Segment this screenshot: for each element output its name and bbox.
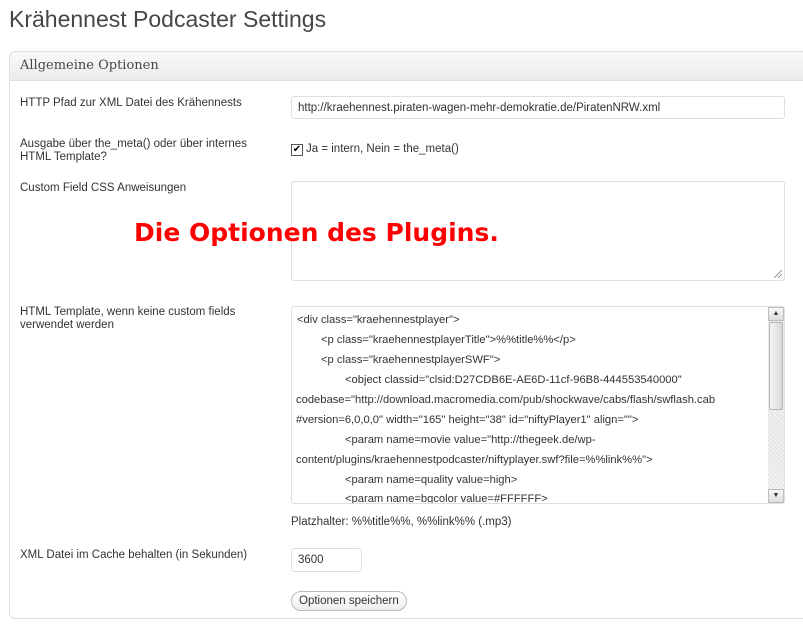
scroll-thumb[interactable] xyxy=(769,322,783,410)
template-line: <param name=movie value="http://thegeek.… xyxy=(345,434,596,446)
cache-label: XML Datei im Cache behalten (in Sekunden… xyxy=(20,549,248,561)
output-mode-checkbox[interactable]: ✔ xyxy=(291,144,303,156)
cache-seconds-input[interactable] xyxy=(291,548,362,572)
placeholder-hint: Platzhalter: %%title%%, %%link%% (.mp3) xyxy=(291,516,512,528)
output-mode-label-line1: Ausgabe über the_meta() oder über intern… xyxy=(20,138,247,150)
html-template-textarea[interactable]: <div class="kraehennestplayer"> <p class… xyxy=(291,306,785,504)
template-line: #version=6,0,0,0" width="165" height="38… xyxy=(296,414,639,426)
check-icon: ✔ xyxy=(292,144,302,155)
output-mode-checkbox-label[interactable]: Ja = intern, Nein = the_meta() xyxy=(306,143,459,155)
template-line: <div class="kraehennestplayer"> xyxy=(297,314,460,326)
xml-path-input[interactable] xyxy=(291,96,785,119)
html-template-label-line1: HTML Template, wenn keine custom fields xyxy=(20,306,236,318)
arrow-down-icon[interactable]: ▼ xyxy=(768,489,784,503)
template-line: <object classid="clsid:D27CDB6E-AE6D-11c… xyxy=(345,374,682,386)
html-template-label-line2: verwendet werden xyxy=(20,319,114,331)
template-line: <param name=bgcolor value=#FFFFFF> xyxy=(345,493,548,504)
output-mode-label-line2: HTML Template? xyxy=(20,151,107,163)
xml-path-label: HTTP Pfad zur XML Datei des Krähennests xyxy=(20,97,242,109)
annotation-text: Die Optionen des Plugins. xyxy=(134,218,499,247)
template-line: <p class="kraehennestplayerSWF"> xyxy=(321,354,501,366)
template-line: <param name=quality value=high> xyxy=(345,474,518,486)
resize-grip-icon[interactable] xyxy=(774,270,782,278)
template-scrollbar[interactable]: ▲ ▼ xyxy=(768,307,784,503)
arrow-up-icon[interactable]: ▲ xyxy=(768,307,784,321)
template-line: <p class="kraehennestplayerTitle">%%titl… xyxy=(321,334,576,346)
custom-css-label: Custom Field CSS Anweisungen xyxy=(20,182,187,194)
html-template-label: HTML Template, wenn keine custom fields … xyxy=(20,306,235,332)
save-options-button[interactable]: Optionen speichern xyxy=(291,591,407,611)
output-mode-label: Ausgabe über the_meta() oder über intern… xyxy=(20,138,247,164)
template-line: codebase="http://download.macromedia.com… xyxy=(296,394,716,406)
section-title: Allgemeine Optionen xyxy=(10,52,803,81)
page-title: Krähennest Podcaster Settings xyxy=(9,6,327,32)
template-line: content/plugins/kraehennestpodcaster/nif… xyxy=(296,454,653,466)
